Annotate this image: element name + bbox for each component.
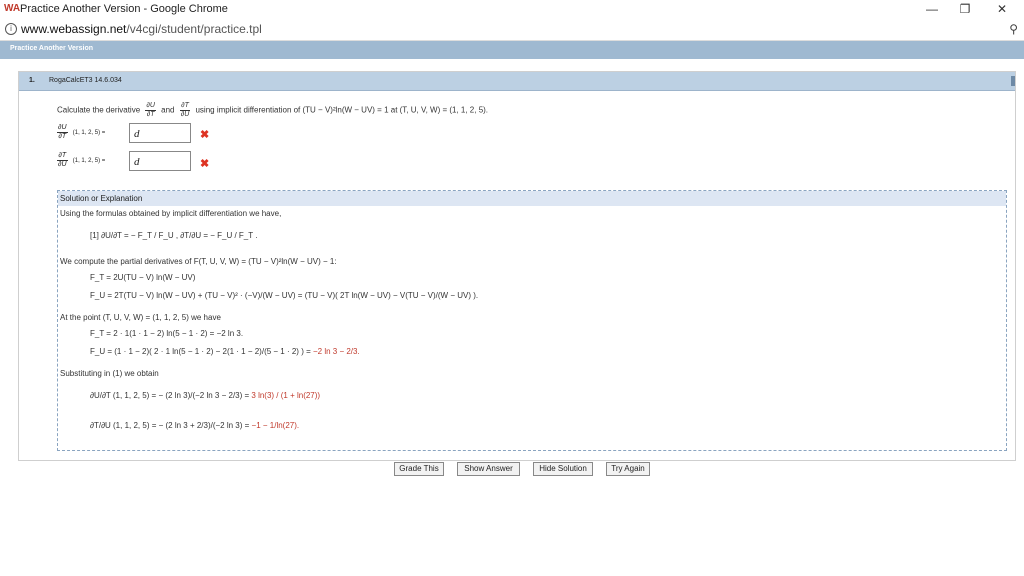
incorrect-icon: ✖ (200, 158, 210, 170)
fraction-du-dt: ∂U ∂T (57, 124, 68, 141)
solution-panel: Solution or Explanation Using the formul… (57, 190, 1007, 451)
solution-text: ∂U/∂T (1, 1, 2, 5) = − (2 ln 3)/(−2 ln 3… (90, 391, 252, 400)
fraction-du-dt: ∂U ∂T (145, 102, 156, 119)
answer-row-2: ∂T ∂U (1, 1, 2, 5) = (57, 152, 105, 169)
solution-result: −1 − 1/ln(27). (251, 421, 300, 430)
window-title: Practice Another Version - Google Chrome (20, 3, 228, 15)
question-bar: 1. RogaCalcET3 14.6.034 (19, 72, 1015, 91)
prompt-and: and (161, 105, 175, 115)
solution-title: Solution or Explanation (60, 194, 143, 203)
frac-denominator: ∂T (146, 111, 155, 118)
prompt-start: Calculate the derivative (57, 105, 141, 115)
window-titlebar: WA Practice Another Version - Google Chr… (0, 0, 1024, 19)
frac-denominator: ∂T (58, 133, 67, 140)
fraction-dt-du: ∂T ∂U (179, 102, 191, 119)
solution-line: F_U = (1 · 1 − 2)( 2 · 1 ln(5 − 1 · 2) −… (90, 347, 360, 356)
solution-line: F_T = 2 · 1(1 · 1 − 2) ln(5 − 1 · 2) = −… (90, 329, 244, 338)
address-bar[interactable]: i www.webassign.net/v4cgi/student/practi… (0, 19, 1024, 41)
url-domain: www.webassign.net (21, 22, 127, 36)
frac-numerator: ∂U (57, 124, 68, 133)
show-answer-button[interactable]: Show Answer (457, 462, 520, 476)
grade-this-button[interactable]: Grade This (394, 462, 444, 476)
answer-input-2[interactable]: d (129, 151, 191, 171)
solution-text: F_U = (1 · 1 − 2)( 2 · 1 ln(5 − 1 · 2) −… (90, 347, 313, 356)
solution-line: At the point (T, U, V, W) = (1, 1, 2, 5)… (60, 313, 221, 322)
solution-line: F_T = 2U(TU − V) ln(W − UV) (90, 273, 196, 282)
url-text[interactable]: www.webassign.net/v4cgi/student/practice… (21, 22, 262, 36)
search-icon[interactable]: ⚲ (1009, 22, 1018, 36)
solution-line: Using the formulas obtained by implicit … (60, 209, 282, 218)
close-button[interactable]: ✕ (988, 1, 1016, 17)
frac-numerator: ∂T (179, 102, 191, 111)
question-reference: RogaCalcET3 14.6.034 (49, 77, 122, 84)
solution-header: Solution or Explanation (58, 191, 1006, 206)
question-number: 1. (29, 77, 35, 84)
minimize-button[interactable]: — (918, 1, 946, 17)
url-path: /v4cgi/student/practice.tpl (126, 22, 262, 36)
answer-input-1[interactable]: d (129, 123, 191, 143)
webassign-logo-icon: WA (4, 3, 21, 14)
solution-line: We compute the partial derivatives of F(… (60, 257, 337, 266)
solution-text: ∂T/∂U (1, 1, 2, 5) = − (2 ln 3 + 2/3)/(−… (90, 421, 252, 430)
frac-numerator: ∂T (57, 152, 68, 161)
frac-denominator: ∂U (180, 111, 190, 118)
solution-line: F_U = 2T(TU − V) ln(W − UV) + (TU − V)² … (90, 291, 479, 300)
page-title: Practice Another Version (10, 45, 93, 52)
incorrect-icon: ✖ (200, 129, 210, 141)
answer-label: (1, 1, 2, 5) = (72, 129, 106, 136)
solution-line: ∂U/∂T (1, 1, 2, 5) = − (2 ln 3)/(−2 ln 3… (90, 391, 320, 400)
restore-button[interactable]: ❐ (951, 1, 979, 17)
question-prompt: Calculate the derivative ∂U ∂T and ∂T ∂U u… (57, 102, 488, 119)
prompt-end: using implicit differentiation of (TU − … (195, 105, 489, 115)
fraction-dt-du: ∂T ∂U (57, 152, 68, 169)
frac-denominator: ∂U (58, 161, 67, 168)
question-card: 1. RogaCalcET3 14.6.034 Calculate the de… (18, 71, 1016, 461)
page-header: Practice Another Version (0, 41, 1024, 59)
info-icon[interactable]: i (5, 23, 17, 35)
question-tab-marker (1011, 76, 1015, 86)
answer-label: (1, 1, 2, 5) = (72, 157, 106, 164)
frac-numerator: ∂U (145, 102, 156, 111)
solution-line: [1] ∂U/∂T = − F_T / F_U , ∂T/∂U = − F_U … (90, 231, 258, 240)
answer-row-1: ∂U ∂T (1, 1, 2, 5) = (57, 124, 105, 141)
try-again-button[interactable]: Try Again (606, 462, 650, 476)
solution-result: 3 ln(3) / (1 + ln(27)) (251, 391, 321, 400)
solution-result: −2 ln 3 − 2/3. (312, 347, 360, 356)
hide-solution-button[interactable]: Hide Solution (533, 462, 593, 476)
solution-line: ∂T/∂U (1, 1, 2, 5) = − (2 ln 3 + 2/3)/(−… (90, 421, 299, 430)
solution-line: Substituting in (1) we obtain (60, 369, 159, 378)
